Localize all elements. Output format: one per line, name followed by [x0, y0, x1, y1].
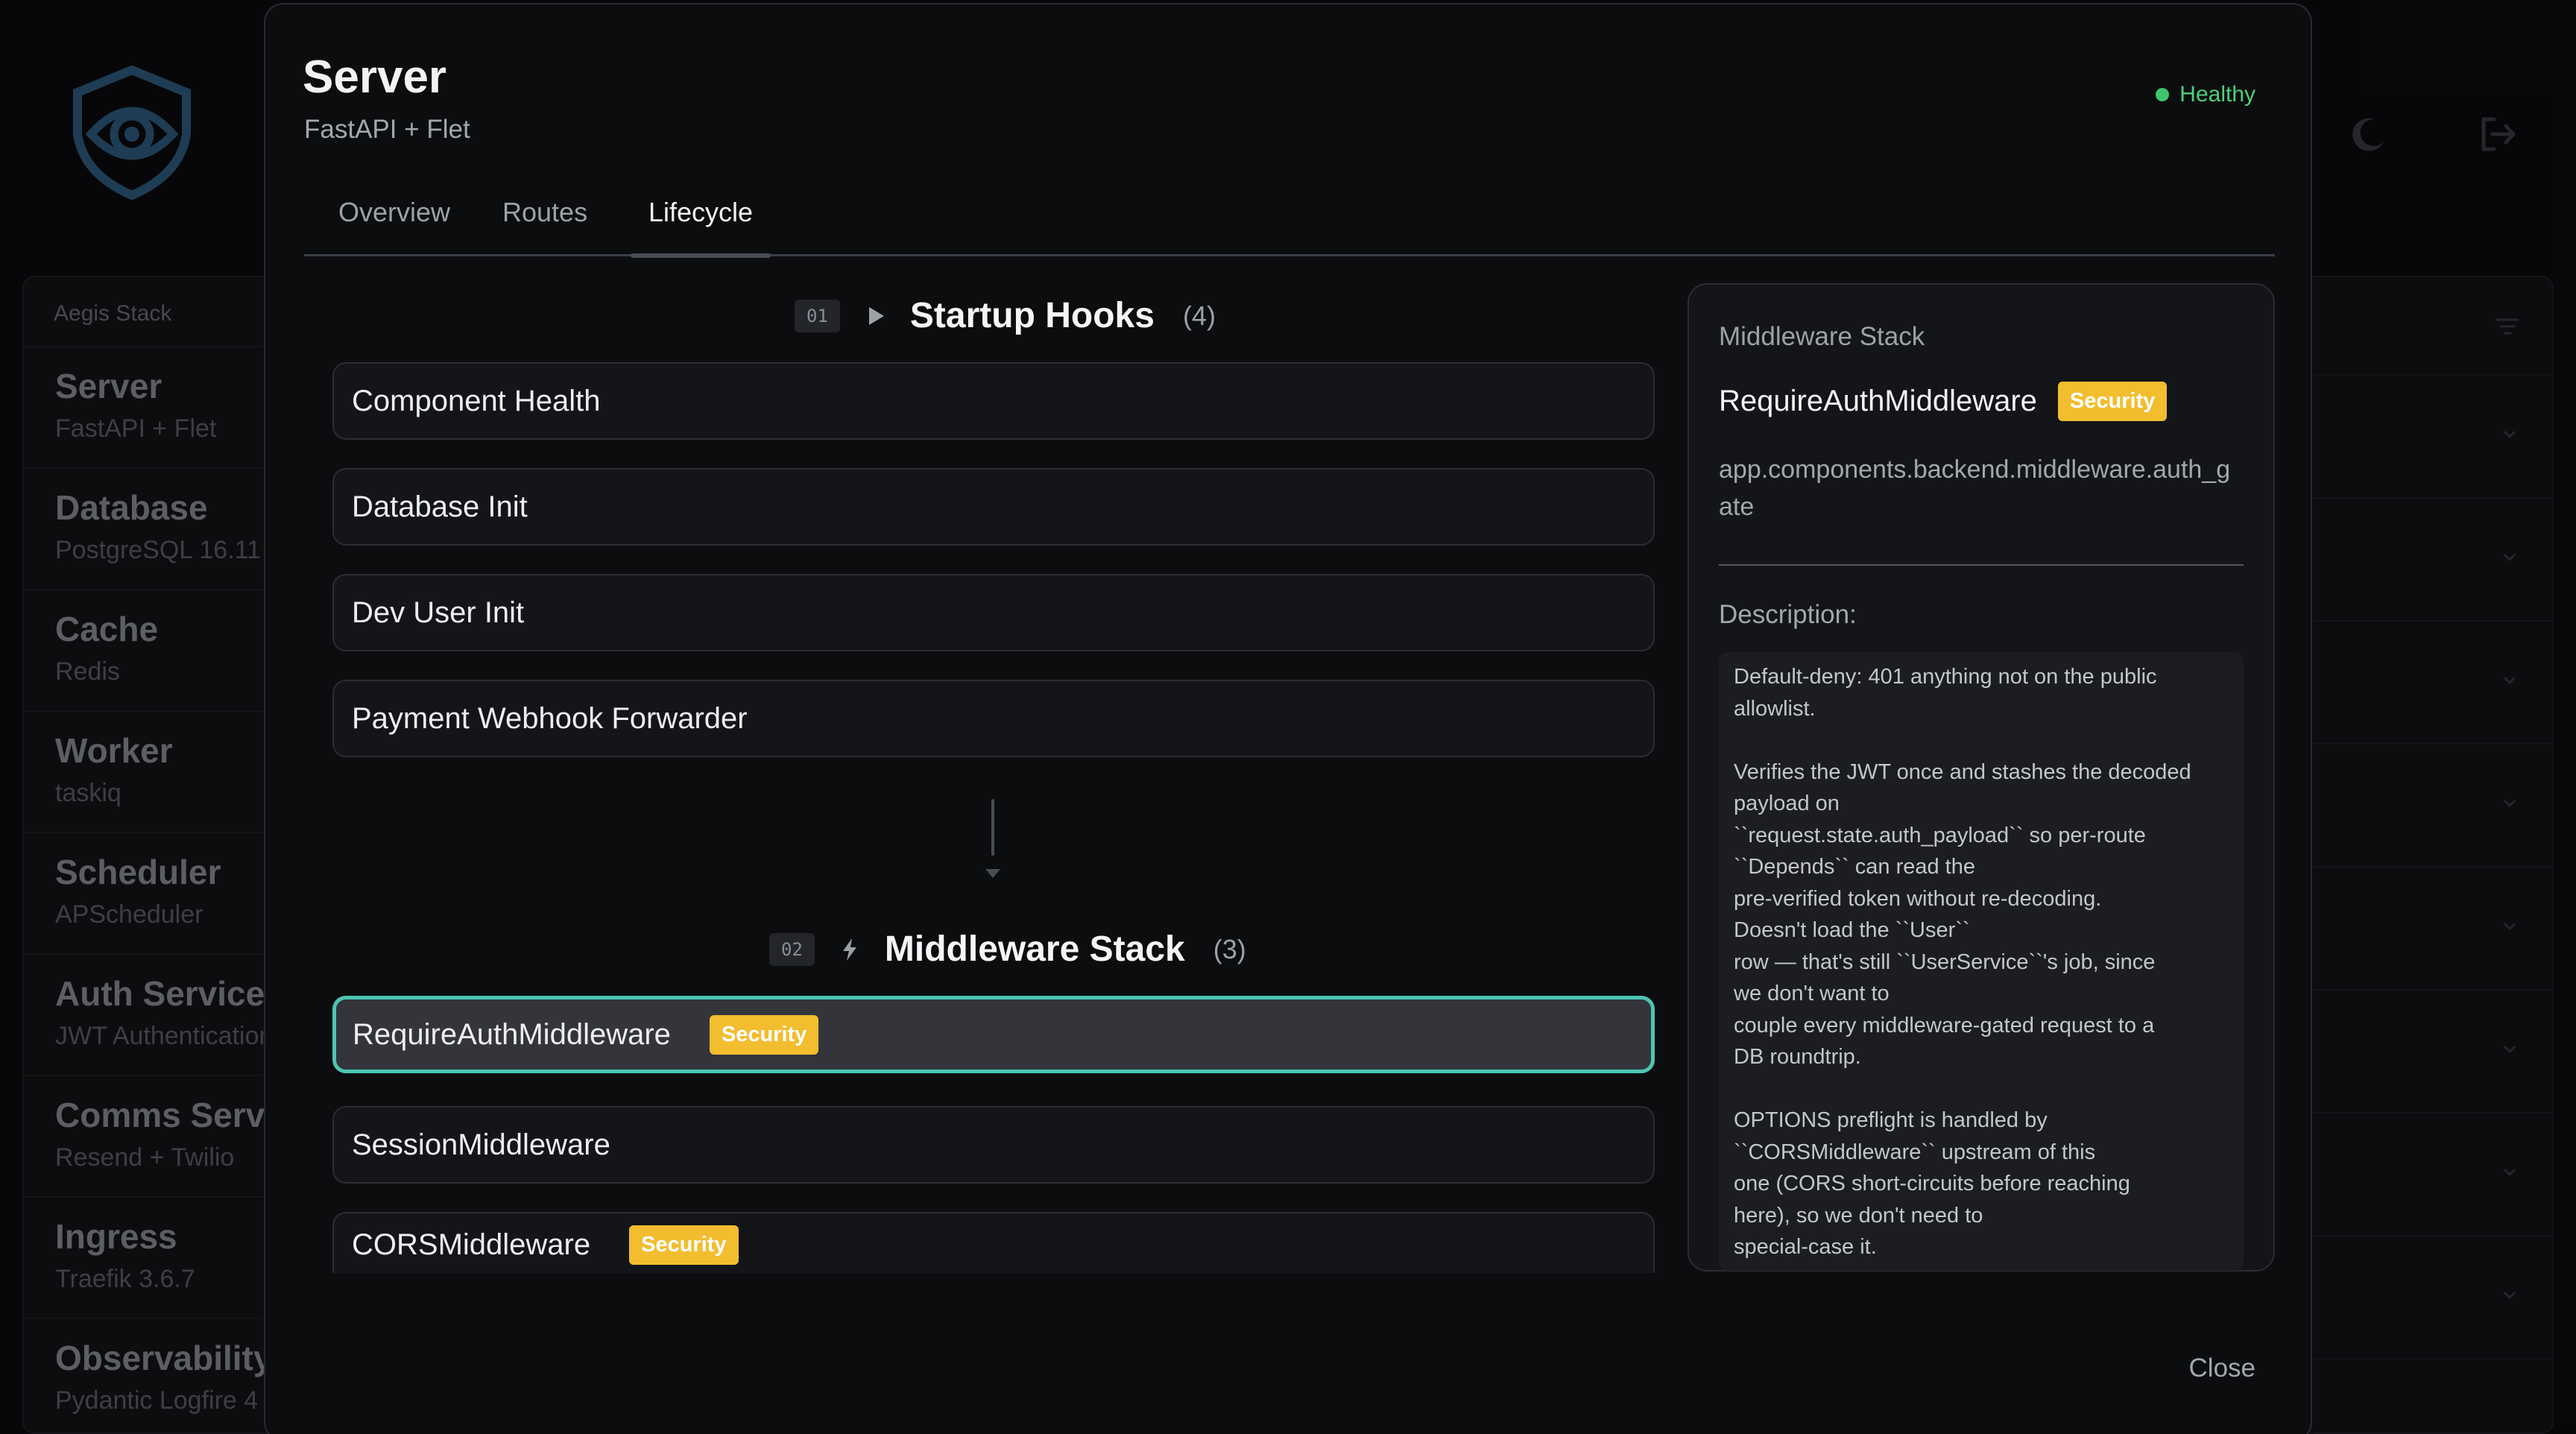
modal-subtitle: FastAPI + Flet — [304, 115, 470, 144]
play-icon — [868, 306, 884, 325]
section-count: (3) — [1213, 933, 1246, 964]
lightning-icon — [842, 938, 856, 961]
modal-tabs: Overview Routes Lifecycle — [304, 180, 2275, 258]
server-detail-modal: Server FastAPI + Flet Healthy Overview R… — [264, 3, 2312, 1434]
detail-module-path: app.components.backend.middleware.auth_g… — [1719, 455, 2231, 521]
startup-hook-item[interactable]: Dev User Init — [332, 574, 1655, 651]
startup-hook-item[interactable]: Database Init — [332, 468, 1655, 546]
section-title: Startup Hooks — [909, 296, 1155, 335]
middleware-item[interactable]: CORSMiddleware Security — [332, 1212, 1655, 1273]
section-connector — [991, 799, 994, 856]
description-label: Description: — [1719, 600, 1857, 629]
middleware-item[interactable]: SessionMiddleware — [332, 1106, 1655, 1184]
section-title: Middleware Stack — [884, 929, 1185, 969]
close-button[interactable]: Close — [2189, 1354, 2255, 1383]
startup-hooks-header[interactable]: 01 Startup Hooks (4) — [795, 295, 1216, 336]
security-badge: Security — [709, 1014, 819, 1055]
detail-section-label: Middleware Stack — [1719, 322, 1925, 351]
section-number: 01 — [795, 299, 840, 332]
security-badge: Security — [2057, 382, 2168, 421]
health-status-label: Healthy — [2179, 82, 2255, 107]
modal-title: Server — [303, 51, 447, 103]
description-text: Default-deny: 401 anything not on the pu… — [1719, 652, 2244, 1271]
section-number: 02 — [769, 932, 815, 966]
tab-lifecycle[interactable]: Lifecycle — [631, 197, 771, 258]
detail-name: RequireAuthMiddleware — [1719, 385, 2037, 417]
middleware-detail-panel: Middleware Stack RequireAuthMiddleware S… — [1688, 283, 2275, 1272]
connector-arrow-icon — [985, 869, 1000, 878]
startup-hook-item[interactable]: Payment Webhook Forwarder — [332, 680, 1655, 757]
section-count: (4) — [1182, 300, 1216, 331]
divider — [1719, 564, 2244, 566]
security-badge: Security — [629, 1225, 739, 1265]
middleware-item-selected[interactable]: RequireAuthMiddleware Security — [332, 996, 1655, 1073]
health-status-badge: Healthy — [2156, 82, 2255, 107]
middleware-stack-header[interactable]: 02 Middleware Stack (3) — [769, 929, 1246, 970]
tab-routes[interactable]: Routes — [484, 197, 605, 255]
status-dot-icon — [2156, 88, 2170, 101]
tab-overview[interactable]: Overview — [321, 197, 468, 255]
startup-hook-item[interactable]: Component Health — [332, 362, 1655, 440]
